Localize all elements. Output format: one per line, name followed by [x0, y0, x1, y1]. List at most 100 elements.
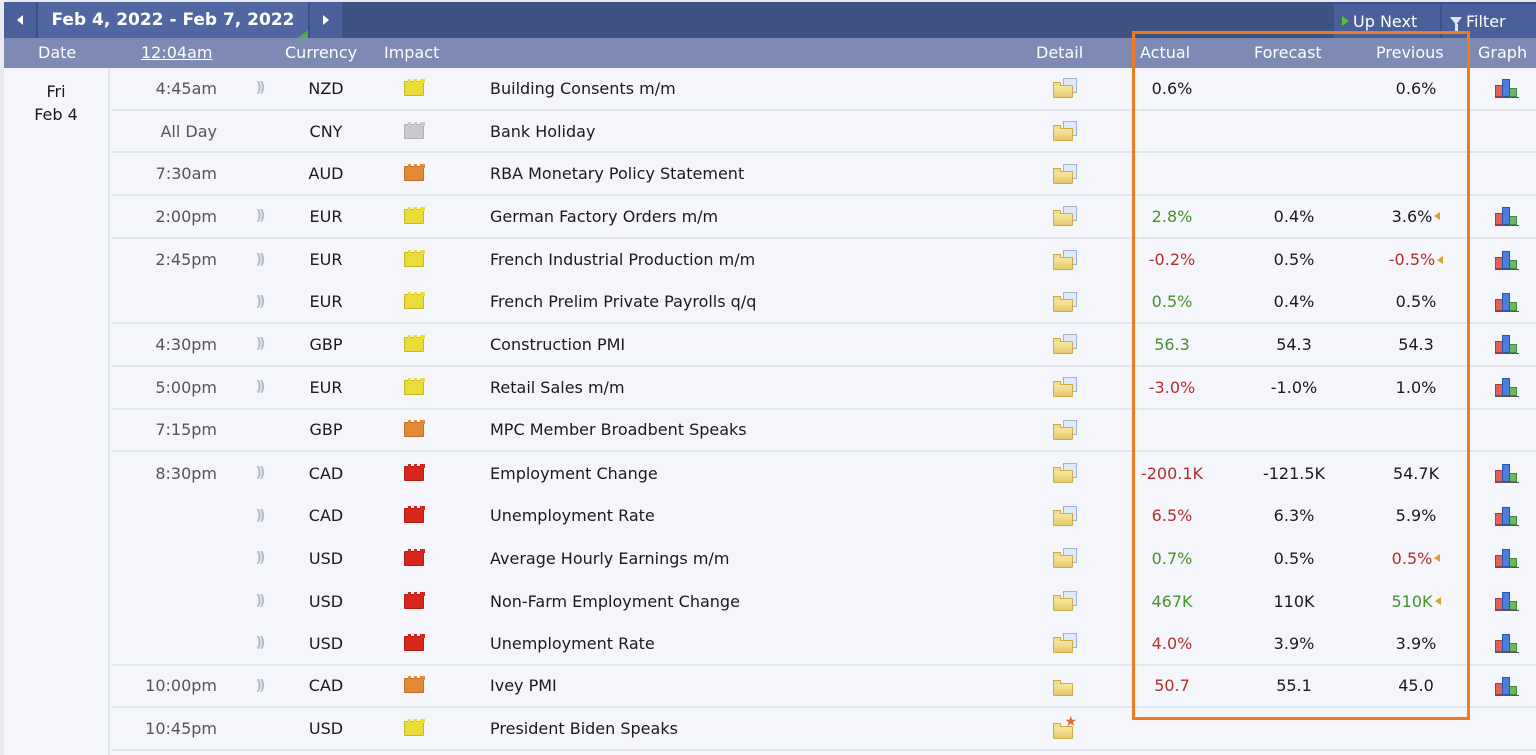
next-period-button[interactable]: [310, 2, 342, 38]
graph-cell[interactable]: [1492, 367, 1522, 408]
graph-cell[interactable]: [1492, 68, 1522, 109]
sound-alert-icon[interactable]: )): [252, 666, 266, 707]
event-title[interactable]: Non-Farm Employment Change: [490, 580, 1050, 622]
previous-value-text: 1.0%: [1395, 377, 1437, 397]
sound-alert-icon[interactable]: )): [252, 281, 266, 322]
detail-cell[interactable]: [1050, 68, 1080, 109]
sound-alert-icon[interactable]: )): [252, 68, 266, 109]
sound-alert-icon[interactable]: [252, 410, 266, 451]
detail-cell[interactable]: [1050, 281, 1080, 322]
event-title[interactable]: Employment Change: [490, 452, 1050, 494]
filter-button[interactable]: Filter: [1442, 4, 1536, 38]
detail-cell[interactable]: [1050, 666, 1080, 707]
detail-cell[interactable]: [1050, 324, 1080, 365]
event-row[interactable]: )) CAD Unemployment Rate 6.5% 6.3% 5.9%: [112, 495, 1536, 538]
event-row[interactable]: 2:45pm)) EUR French Industrial Production …: [112, 239, 1536, 282]
detail-cell[interactable]: [1050, 623, 1080, 664]
bar-chart-icon[interactable]: [1495, 250, 1519, 270]
bar-chart-icon[interactable]: [1495, 292, 1519, 312]
event-title[interactable]: German Factory Orders m/m: [490, 196, 1050, 237]
event-row[interactable]: 7:15pm GBP MPC Member Broadbent Speaks: [112, 410, 1536, 453]
event-row[interactable]: 8:30pm)) CAD Employment Change -200.1K -121.…: [112, 452, 1536, 495]
bar-chart-icon[interactable]: [1495, 377, 1519, 398]
revised-indicator-icon[interactable]: [1437, 255, 1444, 264]
revised-indicator-icon[interactable]: [1434, 554, 1441, 563]
revised-indicator-icon[interactable]: [1434, 212, 1441, 221]
graph-cell[interactable]: [1492, 239, 1522, 281]
event-title[interactable]: Building Consents m/m: [490, 68, 1050, 109]
sound-alert-icon[interactable]: )): [252, 239, 266, 281]
event-row[interactable]: 10:45pm USD President Biden Speaks ★: [112, 708, 1536, 751]
graph-cell[interactable]: [1492, 623, 1522, 664]
event-row[interactable]: 5:00pm)) EUR Retail Sales m/m -3.0% -1.0% 1.0…: [112, 367, 1536, 410]
bar-chart-icon[interactable]: [1495, 78, 1519, 99]
graph-cell[interactable]: [1492, 495, 1522, 537]
event-currency: EUR: [309, 250, 343, 270]
graph-cell[interactable]: [1492, 281, 1522, 322]
event-title[interactable]: Retail Sales m/m: [490, 367, 1050, 408]
bar-chart-icon[interactable]: [1495, 206, 1519, 227]
detail-cell[interactable]: [1050, 538, 1080, 580]
sound-alert-icon[interactable]: [252, 111, 266, 152]
graph-cell[interactable]: [1492, 580, 1522, 622]
graph-cell[interactable]: [1492, 538, 1522, 580]
detail-cell[interactable]: [1050, 111, 1080, 152]
detail-cell[interactable]: [1050, 410, 1080, 451]
sound-alert-icon[interactable]: [252, 153, 266, 194]
graph-cell[interactable]: [1492, 196, 1522, 237]
detail-cell[interactable]: [1050, 452, 1080, 494]
sound-alert-icon[interactable]: )): [252, 367, 266, 408]
sound-alert-icon[interactable]: [252, 708, 266, 749]
event-row[interactable]: 10:00pm)) CAD Ivey PMI 50.7 55.1 45.0: [112, 666, 1536, 709]
event-title[interactable]: MPC Member Broadbent Speaks: [490, 410, 1050, 451]
detail-cell[interactable]: [1050, 367, 1080, 408]
current-time-link[interactable]: 12:04am: [141, 43, 213, 62]
detail-cell[interactable]: [1050, 495, 1080, 537]
graph-cell[interactable]: [1492, 452, 1522, 494]
detail-cell[interactable]: [1050, 239, 1080, 281]
event-title[interactable]: President Biden Speaks: [490, 708, 1050, 749]
event-title[interactable]: French Industrial Production m/m: [490, 239, 1050, 281]
event-row[interactable]: )) USD Non-Farm Employment Change 467K 110K 5…: [112, 580, 1536, 623]
sound-alert-icon[interactable]: )): [252, 452, 266, 494]
event-row[interactable]: 4:45am)) NZD Building Consents m/m 0.6% 0.6%: [112, 68, 1536, 111]
graph-cell[interactable]: [1492, 666, 1522, 707]
event-row[interactable]: )) USD Average Hourly Earnings m/m 0.7% 0.5%…: [112, 538, 1536, 581]
detail-cell[interactable]: [1050, 196, 1080, 237]
sound-alert-icon[interactable]: )): [252, 324, 266, 365]
detail-cell[interactable]: ★: [1050, 708, 1080, 749]
sound-alert-icon[interactable]: )): [252, 495, 266, 537]
date-range-selector[interactable]: Feb 4, 2022 - Feb 7, 2022: [38, 2, 308, 38]
bar-chart-icon[interactable]: [1495, 506, 1519, 526]
up-next-button[interactable]: Up Next: [1334, 4, 1440, 38]
sound-alert-icon[interactable]: )): [252, 538, 266, 580]
sound-alert-icon[interactable]: )): [252, 580, 266, 622]
sound-alert-icon[interactable]: )): [252, 623, 266, 664]
event-title[interactable]: Unemployment Rate: [490, 495, 1050, 537]
bar-chart-icon[interactable]: [1495, 334, 1519, 355]
event-row[interactable]: 2:00pm)) EUR German Factory Orders m/m 2.8%…: [112, 196, 1536, 239]
sound-alert-icon[interactable]: )): [252, 196, 266, 237]
graph-cell[interactable]: [1492, 324, 1522, 365]
event-title[interactable]: Bank Holiday: [490, 111, 1050, 152]
bar-chart-icon[interactable]: [1495, 463, 1519, 484]
event-title[interactable]: Unemployment Rate: [490, 623, 1050, 664]
event-title[interactable]: Construction PMI: [490, 324, 1050, 365]
bar-chart-icon[interactable]: [1495, 591, 1519, 612]
revised-indicator-icon[interactable]: [1434, 597, 1441, 606]
bar-chart-icon[interactable]: [1495, 676, 1519, 696]
event-row[interactable]: All Day CNY Bank Holiday: [112, 111, 1536, 154]
event-row[interactable]: )) EUR French Prelim Private Payrolls q/q 0…: [112, 281, 1536, 325]
event-row[interactable]: )) USD Unemployment Rate 4.0% 3.9% 3.9%: [112, 623, 1536, 666]
event-title[interactable]: RBA Monetary Policy Statement: [490, 153, 1050, 194]
bar-chart-icon[interactable]: [1495, 633, 1519, 654]
event-title[interactable]: Average Hourly Earnings m/m: [490, 538, 1050, 580]
event-title[interactable]: French Prelim Private Payrolls q/q: [490, 281, 1050, 322]
detail-cell[interactable]: [1050, 580, 1080, 622]
previous-period-button[interactable]: [4, 2, 36, 38]
event-row[interactable]: 4:30pm)) GBP Construction PMI 56.3 54.3 54.3: [112, 324, 1536, 367]
event-row[interactable]: 7:30am AUD RBA Monetary Policy Statement: [112, 153, 1536, 197]
bar-chart-icon[interactable]: [1495, 548, 1519, 569]
event-title[interactable]: Ivey PMI: [490, 666, 1050, 707]
detail-cell[interactable]: [1050, 153, 1080, 194]
